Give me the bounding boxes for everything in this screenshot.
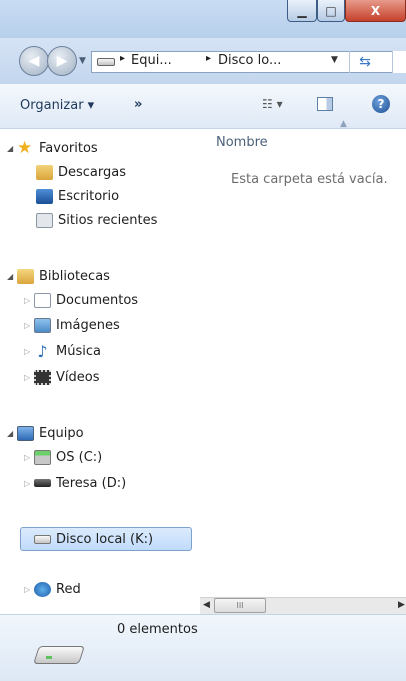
network-icon	[34, 581, 51, 597]
nav-item-music[interactable]: ▷ ♪ Música	[24, 340, 101, 362]
nav-item-pictures[interactable]: ▷ Imágenes	[24, 314, 120, 336]
nav-label: Escritorio	[58, 188, 120, 204]
breadcrumb-disk[interactable]: Disco lo...	[218, 53, 281, 68]
nav-label: Documentos	[56, 292, 139, 308]
libraries-folder-icon	[17, 268, 34, 284]
system-drive-icon	[34, 449, 51, 465]
nav-label: Descargas	[58, 164, 127, 180]
refresh-button[interactable]: ⇆	[349, 51, 380, 73]
nav-item-drive-c[interactable]: ▷ OS (C:)	[24, 446, 102, 468]
nav-item-documents[interactable]: ▷ Documentos	[24, 289, 138, 311]
address-dropdown-button[interactable]: ▼	[331, 55, 338, 65]
forward-button[interactable]: ▶	[47, 46, 77, 76]
nav-label: Sitios recientes	[58, 212, 158, 228]
nav-item-desktop[interactable]: Escritorio	[36, 185, 119, 207]
collapse-arrow-icon[interactable]: ◢	[7, 429, 17, 438]
search-input[interactable]	[392, 51, 406, 73]
scroll-left-arrow-icon[interactable]: ◀	[203, 600, 210, 610]
expand-arrow-icon[interactable]: ▷	[24, 321, 34, 330]
breadcrumb-computer[interactable]: Equi...	[131, 53, 172, 68]
empty-folder-message: Esta carpeta está vacía.	[231, 172, 388, 187]
computer-icon	[17, 425, 34, 441]
recent-places-icon	[36, 212, 53, 228]
expand-arrow-icon[interactable]: ▷	[24, 585, 34, 594]
collapse-arrow-icon[interactable]: ◢	[7, 144, 17, 153]
nav-label: Imágenes	[56, 317, 120, 333]
close-button[interactable]: X	[345, 0, 406, 22]
desktop-icon	[36, 188, 53, 204]
nav-item-drive-d[interactable]: ▷ Teresa (D:)	[24, 472, 126, 494]
music-icon: ♪	[37, 341, 48, 361]
documents-icon	[34, 292, 51, 308]
collapse-arrow-icon[interactable]: ◢	[7, 272, 17, 281]
maximize-button[interactable]: □	[317, 0, 345, 22]
drive-icon	[34, 534, 51, 544]
downloads-folder-icon	[36, 164, 53, 180]
breadcrumb-separator[interactable]: ▸	[206, 53, 211, 64]
scroll-right-arrow-icon[interactable]: ▶	[398, 600, 405, 610]
nav-pane-footer	[0, 597, 200, 614]
drive-icon	[34, 479, 51, 487]
back-button[interactable]: ◀	[19, 46, 49, 76]
drive-led-icon	[46, 656, 52, 659]
nav-label: Música	[56, 343, 101, 359]
preview-pane-icon[interactable]	[317, 97, 333, 111]
pictures-icon	[34, 317, 51, 333]
back-arrow-icon: ◀	[28, 53, 40, 69]
column-header-name[interactable]: Nombre	[216, 135, 268, 150]
nav-label: Vídeos	[56, 369, 100, 385]
organize-button[interactable]: Organizar ▾	[20, 98, 94, 113]
scroll-thumb[interactable]: III	[214, 598, 266, 613]
star-icon: ★	[17, 137, 33, 158]
expand-arrow-icon[interactable]: ▷	[24, 296, 34, 305]
drive-icon	[97, 58, 115, 66]
item-count: 0 elementos	[117, 622, 198, 637]
help-button[interactable]: ?	[372, 95, 390, 113]
nav-label: Teresa (D:)	[56, 475, 127, 491]
nav-computer[interactable]: ◢ Equipo	[7, 422, 84, 444]
expand-arrow-icon[interactable]: ▷	[24, 453, 34, 462]
nav-libraries[interactable]: ◢ Bibliotecas	[7, 265, 110, 287]
drive-large-icon	[33, 646, 85, 664]
nav-item-drive-k[interactable]: Disco local (K:)	[34, 528, 153, 550]
expand-arrow-icon[interactable]: ▷	[24, 373, 34, 382]
refresh-icon: ⇆	[359, 54, 371, 70]
nav-label: Favoritos	[39, 140, 98, 156]
nav-label: Red	[56, 581, 81, 597]
expand-arrow-icon[interactable]: ▷	[24, 479, 34, 488]
breadcrumb-separator[interactable]: ▸	[120, 53, 125, 64]
expand-arrow-icon[interactable]: ▷	[24, 347, 34, 356]
nav-label: Disco local (K:)	[56, 531, 154, 547]
videos-icon	[34, 369, 51, 385]
change-view-button[interactable]: ☷ ▾	[262, 97, 283, 111]
sort-arrow-icon: ▲	[340, 119, 347, 129]
nav-label: Bibliotecas	[39, 268, 110, 284]
minimize-button[interactable]: ▁	[287, 0, 317, 22]
nav-label: Equipo	[39, 425, 84, 441]
nav-item-videos[interactable]: ▷ Vídeos	[24, 366, 99, 388]
more-commands-button[interactable]: »	[134, 97, 142, 112]
nav-item-recent-places[interactable]: Sitios recientes	[36, 209, 157, 231]
nav-label: OS (C:)	[56, 449, 103, 465]
nav-favorites[interactable]: ◢ ★ Favoritos	[7, 137, 98, 159]
recent-pages-dropdown[interactable]: ▼	[79, 56, 86, 66]
nav-item-downloads[interactable]: Descargas	[36, 161, 126, 183]
forward-arrow-icon: ▶	[56, 53, 68, 69]
